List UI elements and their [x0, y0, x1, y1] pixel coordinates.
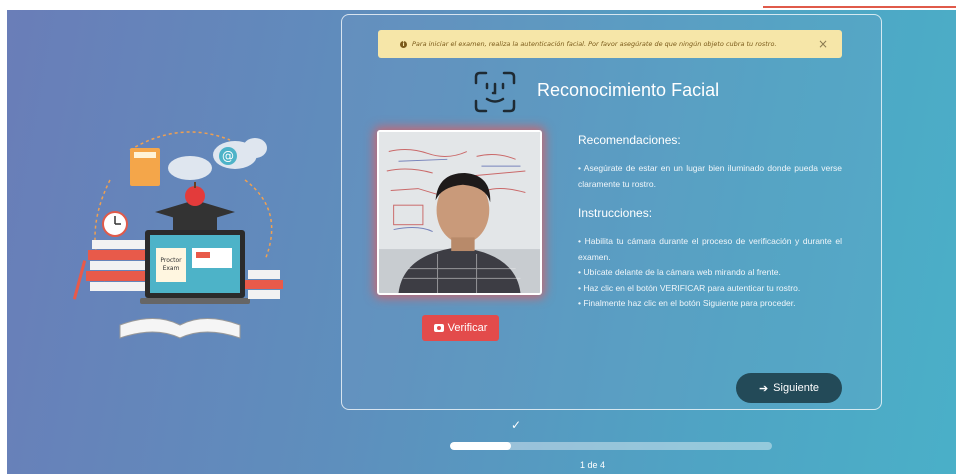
progress-fill [450, 442, 512, 450]
next-label: Siguiente [773, 382, 820, 394]
camera-icon [433, 324, 444, 332]
left-frame [0, 0, 7, 474]
instruction-item: • Ubícate delante de la cámara web miran… [578, 267, 781, 277]
info-icon: i [400, 40, 407, 48]
next-button[interactable]: ➔ Siguiente [736, 373, 842, 403]
instruction-item: • Finalmente haz clic en el botón Siguie… [578, 298, 796, 308]
instruction-item: • Haz clic en el botón VERIFICAR para au… [578, 282, 801, 293]
svg-text:@: @ [222, 149, 234, 163]
svg-text:Proctor: Proctor [160, 257, 182, 264]
alert-message: Para iniciar el examen, realiza la auten… [412, 40, 777, 48]
recommendation-text: • Asegúrate de estar en un lugar bien il… [578, 163, 842, 189]
page-title: Reconocimiento Facial [537, 80, 720, 100]
right-frame [956, 0, 963, 474]
close-icon[interactable]: × [818, 37, 828, 51]
arrow-right-icon: ➔ [758, 382, 769, 395]
verify-button[interactable]: Verificar [422, 315, 499, 341]
instruction-item: • Habilita tu cámara durante el proceso … [578, 236, 842, 262]
instructions-panel: Recomendaciones: • Asegúrate de estar en… [578, 133, 842, 312]
webcam-preview [377, 130, 542, 295]
info-alert: i Para iniciar el examen, realiza la aut… [378, 30, 842, 58]
verification-card: i Para iniciar el examen, realiza la aut… [341, 14, 882, 410]
step-label: 1 de 4 [580, 460, 606, 470]
education-illustration: @ Proctor Exam [72, 131, 283, 339]
top-accent-line [763, 6, 963, 8]
top-frame [0, 0, 963, 10]
face-id-icon [474, 71, 516, 113]
svg-text:Exam: Exam [163, 265, 180, 272]
recommendations-heading: Recomendaciones: [578, 133, 681, 147]
verify-label: Verificar [447, 322, 488, 334]
cloud-icon: @ [168, 138, 267, 180]
instructions-heading: Instrucciones: [578, 206, 653, 220]
progress-bar [450, 442, 772, 450]
check-icon: ✓ [511, 418, 522, 432]
